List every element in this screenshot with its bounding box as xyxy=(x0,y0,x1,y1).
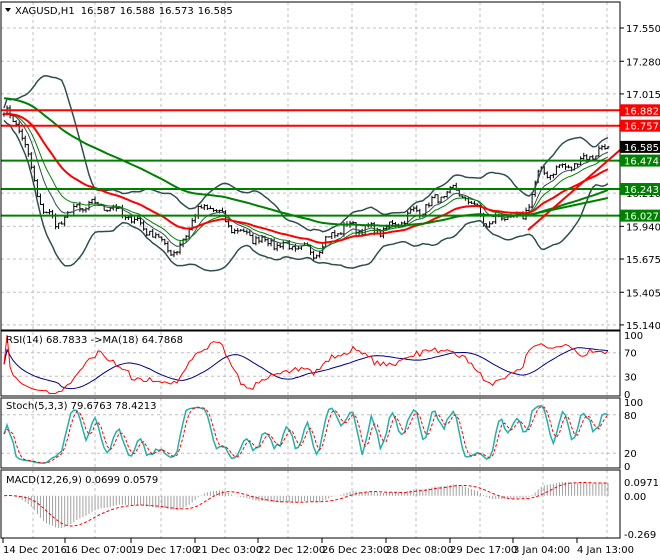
trading-chart[interactable]: 14 Dec 201616 Dec 07:0019 Dec 17:0021 De… xyxy=(0,0,660,560)
price-label: 15.675 xyxy=(626,255,660,266)
price-level-label: 16.243 xyxy=(624,185,659,196)
price-panel[interactable] xyxy=(1,75,621,272)
rsi-axis-label: 100 xyxy=(624,331,643,342)
stoch-axis-label: 80 xyxy=(624,411,637,422)
time-label: 14 Dec 2016 xyxy=(3,545,67,556)
stoch-axis-label: 20 xyxy=(624,449,637,460)
price-level-label: 16.027 xyxy=(624,212,659,223)
panel-frames xyxy=(0,1,621,539)
time-label: 4 Jan 13:00 xyxy=(577,545,634,556)
stoch-title: Stoch(5,3,3) 79.6763 78.4213 xyxy=(6,401,157,412)
current-price-label: 16.585 xyxy=(624,143,659,154)
dropdown-triangle-icon[interactable] xyxy=(5,8,11,12)
macd-axis-label: 0.00 xyxy=(624,492,646,503)
time-label: 16 Dec 07:00 xyxy=(65,545,132,556)
time-label: 28 Dec 08:00 xyxy=(386,545,453,556)
price-label: 15.940 xyxy=(626,222,660,233)
macd-axis-label: 0.0971 xyxy=(624,478,659,489)
symbol-label: XAGUSD,H1 16.587 16.588 16.573 16.585 xyxy=(15,6,233,17)
time-label: 22 Dec 12:00 xyxy=(258,545,325,556)
time-label: 19 Dec 17:00 xyxy=(131,545,198,556)
macd-axis-label: -0.269 xyxy=(624,530,656,541)
grid xyxy=(1,2,620,538)
time-label: 21 Dec 03:00 xyxy=(195,545,262,556)
time-label: 29 Dec 17:00 xyxy=(450,545,517,556)
time-label: 3 Jan 04:00 xyxy=(513,545,570,556)
price-level-label: 16.757 xyxy=(624,122,659,133)
price-label: 15.405 xyxy=(626,288,660,299)
rsi-title: RSI(14) 68.7833 ->MA(18) 64.7868 xyxy=(6,335,183,346)
main-frame xyxy=(0,1,621,331)
stoch-axis-label: 0 xyxy=(624,462,630,473)
time-label: 26 Dec 23:00 xyxy=(322,545,389,556)
price-level-label: 16.474 xyxy=(624,157,659,168)
chart-header: XAGUSD,H1 16.587 16.588 16.573 16.585 xyxy=(5,6,233,17)
price-level-label: 16.882 xyxy=(624,106,659,117)
price-label: 17.015 xyxy=(626,90,660,101)
rsi-axis-label: 30 xyxy=(624,372,637,383)
macd-title: MACD(12,26,9) 0.0699 0.0579 xyxy=(6,475,158,486)
rsi-axis-label: 70 xyxy=(624,349,637,360)
price-label: 17.280 xyxy=(626,57,660,68)
price-label: 17.550 xyxy=(626,24,660,35)
stoch-axis-label: 100 xyxy=(624,398,643,409)
